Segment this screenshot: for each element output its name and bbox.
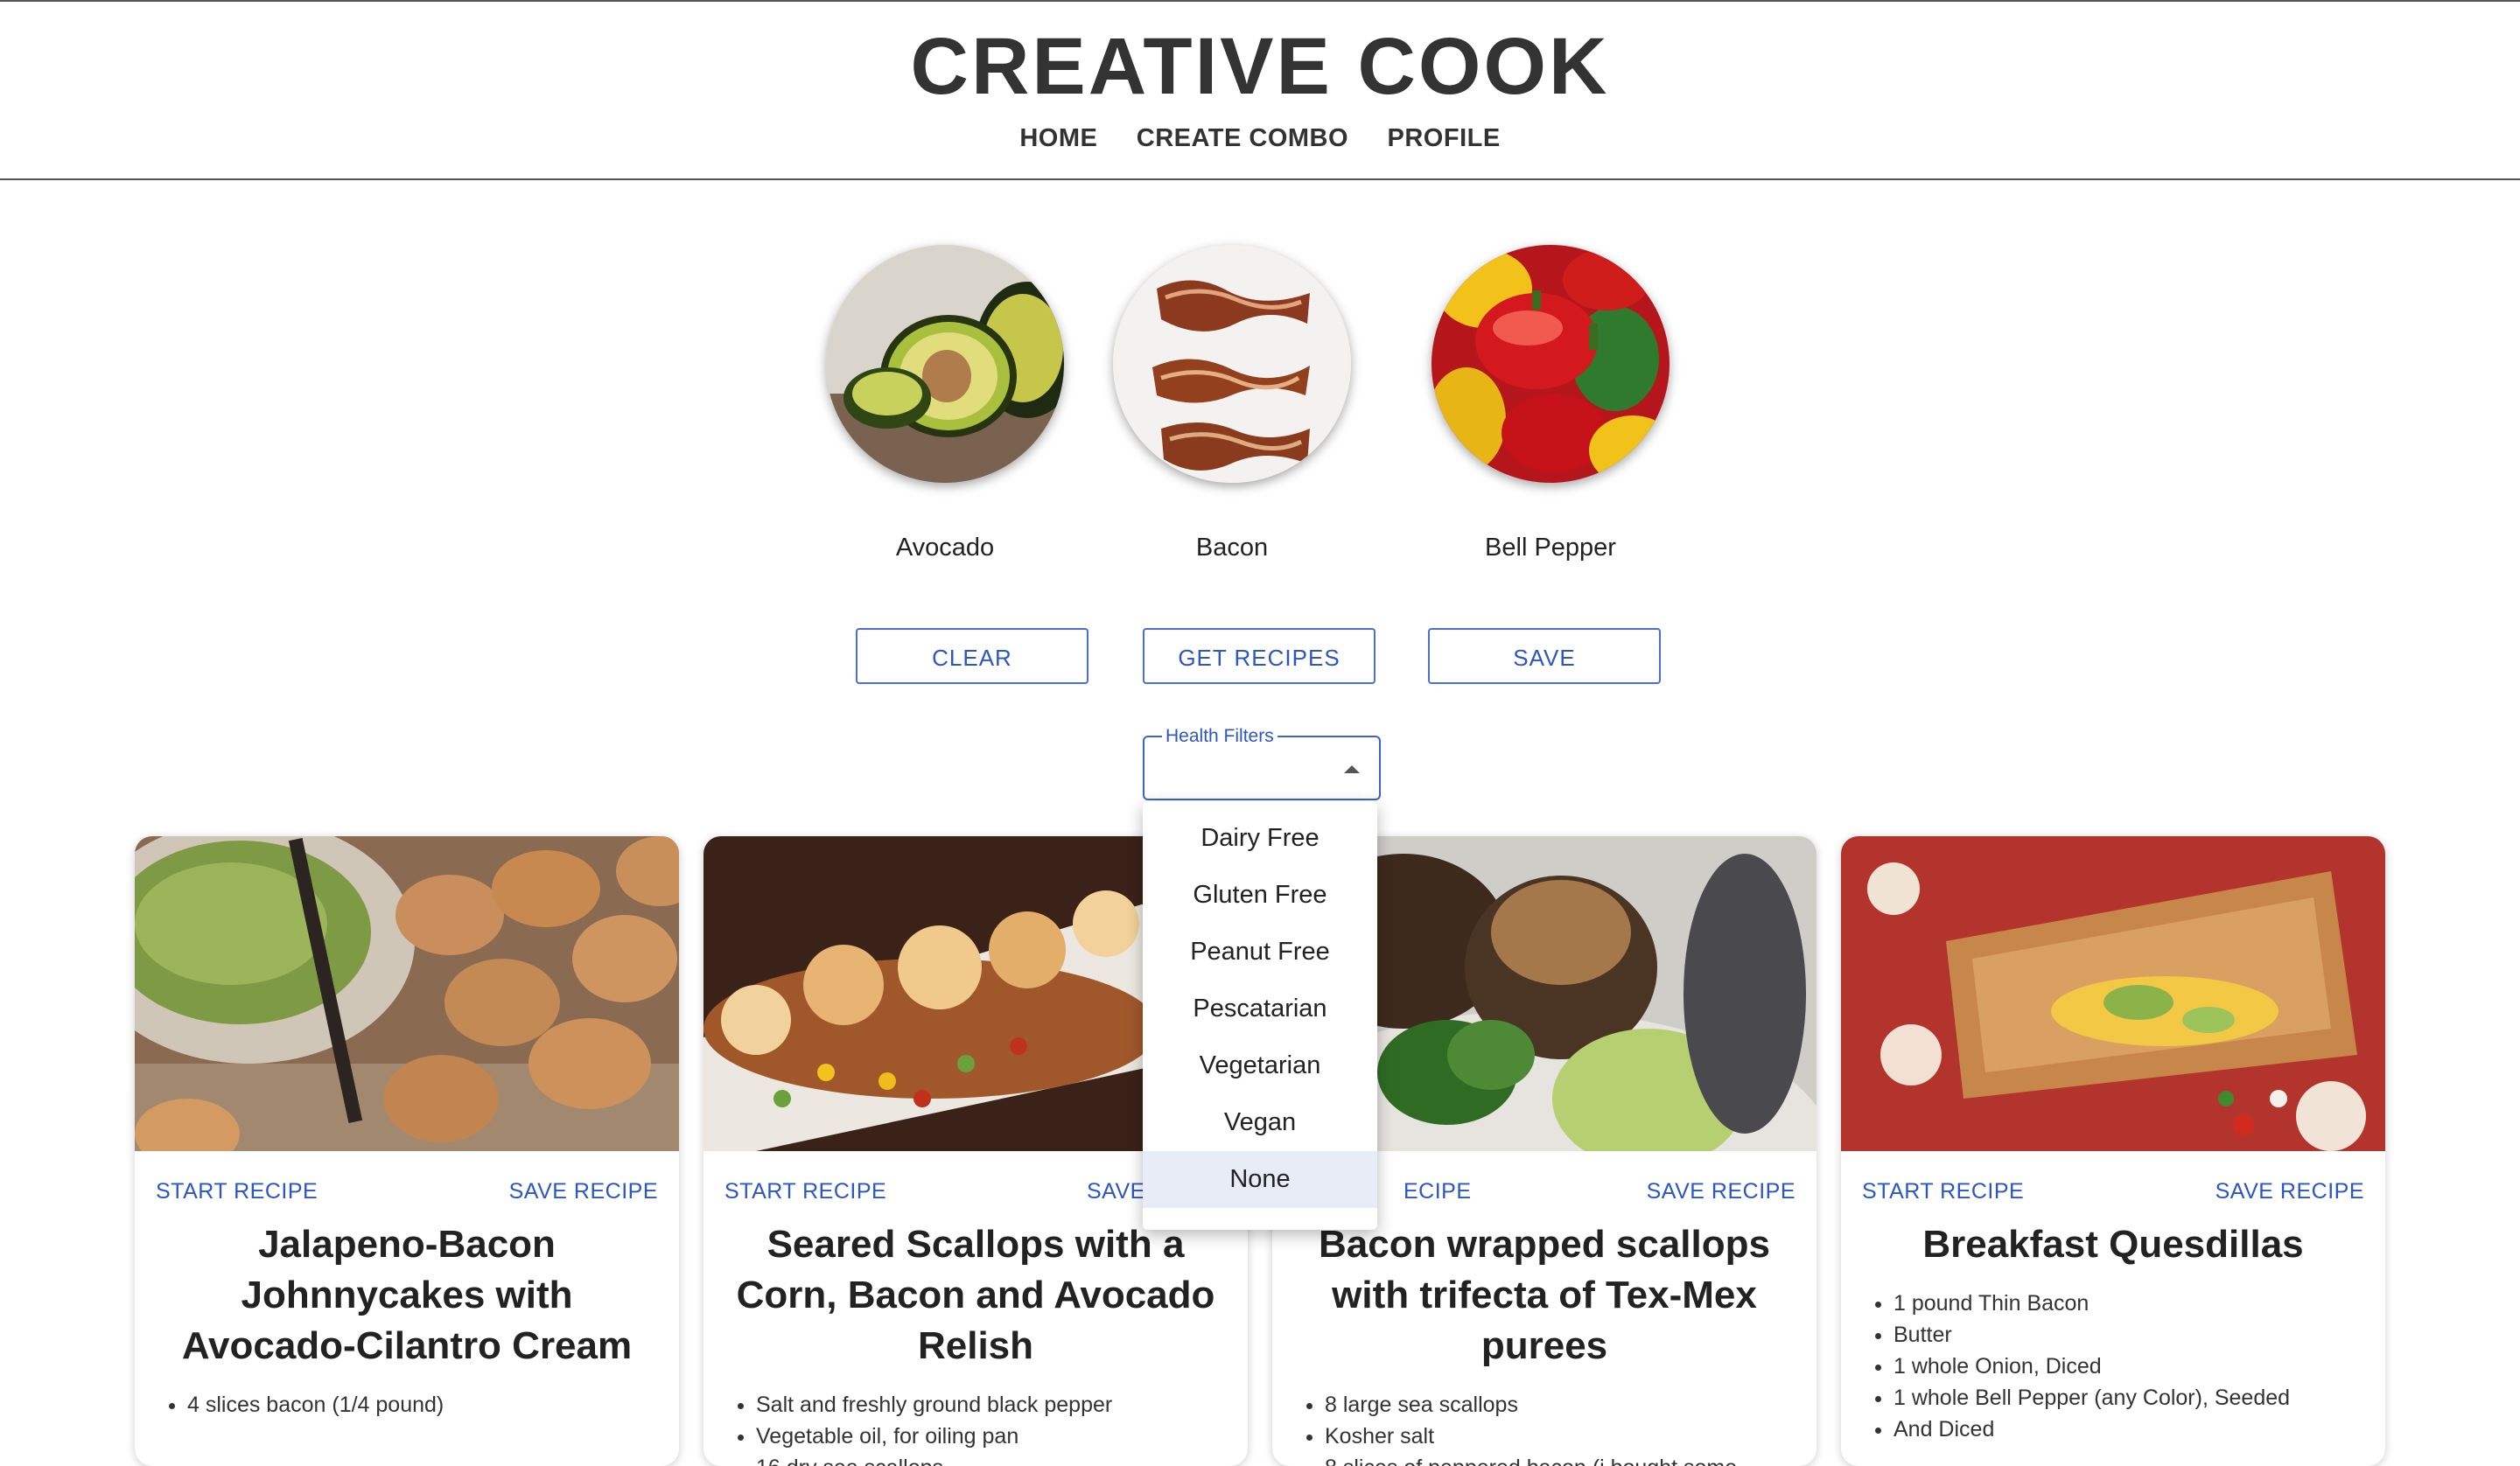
list-item: 1 whole Onion, Diced	[1894, 1351, 2385, 1382]
save-recipe-link[interactable]: SAVE	[1087, 1179, 1145, 1204]
menu-item-none[interactable]: None	[1143, 1151, 1377, 1208]
start-recipe-link[interactable]: START RECIPE	[724, 1179, 886, 1204]
menu-item-pescatarian[interactable]: Pescatarian	[1143, 981, 1377, 1037]
save-recipe-link[interactable]: SAVE RECIPE	[509, 1179, 658, 1204]
recipe-actions: START RECIPE SAVE RECIPE	[135, 1151, 679, 1212]
recipe-title: Breakfast Quesdillas	[1922, 1223, 2304, 1266]
save-button[interactable]: SAVE	[1428, 628, 1661, 684]
start-recipe-link[interactable]: START RECIPE	[1862, 1179, 2024, 1204]
save-recipe-link[interactable]: SAVE RECIPE	[2216, 1179, 2364, 1204]
recipe-card: START RECIPE SAVE RECIPE Breakfast Quesd…	[1841, 836, 2385, 1466]
ingredient-name: Bacon	[1195, 534, 1269, 562]
avocado-image[interactable]	[826, 245, 1064, 483]
recipe-actions: START RECIPE SAVE RECIPE	[1841, 1151, 2385, 1212]
list-item: Salt and freshly ground black pepper	[756, 1389, 1248, 1421]
menu-item-vegan[interactable]: Vegan	[1143, 1094, 1377, 1151]
recipe-title: Jalapeno-Bacon Johnnycakes with Avocado-…	[181, 1223, 633, 1367]
ingredient-list: Salt and freshly ground black pepper Veg…	[756, 1389, 1248, 1466]
save-recipe-link[interactable]: SAVE RECIPE	[1647, 1179, 1796, 1204]
ingredient-avocado[interactable]: Avocado	[822, 245, 1068, 562]
list-item: 8 slices of peppered bacon (i bought som…	[1325, 1452, 1816, 1466]
ingredient-name: Avocado	[895, 534, 995, 562]
recipe-card: START RECIPE SAVE RECIPE Jalapeno-Bacon …	[135, 836, 679, 1466]
recipe-title: Seared Scallops with a Corn, Bacon and A…	[736, 1223, 1215, 1367]
start-recipe-link[interactable]: START RECIPE	[156, 1179, 318, 1204]
nav-profile-link[interactable]: PROFILE	[1388, 124, 1501, 153]
menu-item-vegetarian[interactable]: Vegetarian	[1143, 1037, 1377, 1094]
list-item: Kosher salt	[1325, 1421, 1816, 1452]
ingredient-bacon[interactable]: Bacon	[1110, 245, 1354, 562]
clear-button[interactable]: CLEAR	[856, 628, 1088, 684]
recipe-title: Bacon wrapped scallops with trifecta of …	[1319, 1223, 1770, 1367]
ingredient-bell-pepper[interactable]: Bell Pepper	[1428, 245, 1673, 562]
menu-item-gluten-free[interactable]: Gluten Free	[1143, 867, 1377, 924]
start-recipe-link[interactable]: ECIPE	[1404, 1179, 1472, 1204]
bacon-image[interactable]	[1113, 245, 1351, 483]
list-item: Vegetable oil, for oiling pan	[756, 1421, 1248, 1452]
bell-pepper-image[interactable]	[1432, 245, 1670, 483]
list-item: 4 slices bacon (1/4 pound)	[187, 1389, 679, 1421]
health-filters-menu: Dairy Free Gluten Free Peanut Free Pesca…	[1143, 801, 1377, 1230]
nav-home-link[interactable]: HOME	[1019, 124, 1097, 153]
ingredient-list: 1 pound Thin Bacon Butter 1 whole Onion,…	[1894, 1288, 2385, 1445]
list-item: 8 large sea scallops	[1325, 1389, 1816, 1421]
list-item: 1 whole Bell Pepper (any Color), Seeded	[1894, 1382, 2385, 1414]
health-filters-select[interactable]: Health Filters	[1143, 726, 1381, 800]
health-filters-label: Health Filters	[1162, 726, 1278, 747]
get-recipes-button[interactable]: GET RECIPES	[1143, 628, 1376, 684]
nav-create-combo-link[interactable]: CREATE COMBO	[1137, 124, 1348, 153]
menu-item-peanut-free[interactable]: Peanut Free	[1143, 924, 1377, 981]
menu-item-dairy-free[interactable]: Dairy Free	[1143, 810, 1377, 867]
main-nav: HOME CREATE COMBO PROFILE	[0, 124, 2520, 153]
recipe-image	[1841, 836, 2385, 1151]
ingredient-list: 8 large sea scallops Kosher salt 8 slice…	[1325, 1389, 1816, 1466]
caret-up-icon[interactable]	[1344, 765, 1360, 773]
list-item: And Diced	[1894, 1414, 2385, 1445]
list-item: 1 pound Thin Bacon	[1894, 1288, 2385, 1319]
list-item: Butter	[1894, 1319, 2385, 1351]
ingredient-name: Bell Pepper	[1485, 534, 1616, 562]
ingredient-list: 4 slices bacon (1/4 pound)	[187, 1389, 679, 1421]
site-title: CREATIVE COOK	[910, 22, 1610, 111]
recipe-image	[135, 836, 679, 1151]
list-item: 16 dry sea scallops	[756, 1452, 1248, 1466]
site-header: CREATIVE COOK HOME CREATE COMBO PROFILE	[0, 2, 2520, 180]
